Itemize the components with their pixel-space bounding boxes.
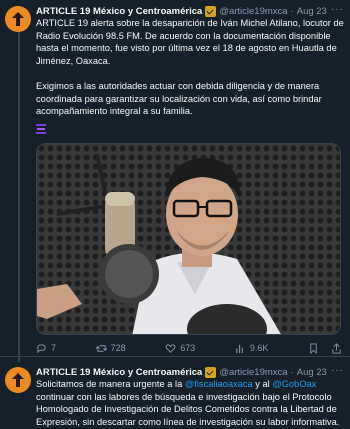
- reply-button[interactable]: 7: [36, 343, 56, 354]
- share-button[interactable]: [331, 342, 342, 354]
- more-icon[interactable]: ···: [331, 365, 344, 376]
- avatar[interactable]: [5, 6, 31, 32]
- author-name[interactable]: ARTICLE 19 México y Centroamérica: [36, 6, 202, 17]
- bookmark-button[interactable]: [308, 342, 319, 354]
- tweet-text-segment: Solicitamos de manera urgente a la: [36, 379, 185, 389]
- tweet-paragraph: ARTICLE 19 alerta sobre la desaparición …: [36, 18, 344, 66]
- share-icon: [332, 342, 341, 354]
- retweet-count: 728: [110, 343, 126, 353]
- tweet-image[interactable]: [36, 143, 341, 335]
- purple-heart-emoji-icon: [36, 124, 46, 134]
- author-handle[interactable]: @article19mxca: [219, 6, 287, 17]
- like-count: 673: [180, 343, 196, 353]
- avatar[interactable]: [5, 367, 31, 393]
- tweet-date[interactable]: Aug 23: [297, 367, 327, 378]
- like-icon: [165, 343, 176, 353]
- like-button[interactable]: 673: [165, 343, 195, 354]
- secondary-actions: [308, 342, 342, 354]
- tweet-header: ARTICLE 19 México y Centroamérica @artic…: [36, 4, 344, 18]
- views-count: 9.6K: [249, 343, 269, 353]
- tweet-text-segment: y al: [252, 379, 273, 389]
- verified-badge-icon: [205, 5, 217, 17]
- tweet-text-segment: continuar con las labores de búsqueda e …: [36, 391, 340, 427]
- verified-badge-icon: [205, 366, 217, 378]
- mention-link[interactable]: @fiscaliaoaxaca: [185, 379, 253, 389]
- tweet-paragraph: Exigimos a las autoridades actuar con de…: [36, 80, 322, 117]
- reply-icon: [37, 343, 46, 353]
- tweet-actions: 7 728 673 9.6K: [36, 341, 342, 355]
- tweet-text: ARTICLE 19 alerta sobre la desaparición …: [36, 17, 344, 130]
- author-handle[interactable]: @article19mxca: [219, 367, 287, 378]
- tweet-date[interactable]: Aug 23: [297, 6, 327, 17]
- tweet-header: ARTICLE 19 México y Centroamérica @artic…: [36, 365, 344, 379]
- separator: ·: [290, 5, 294, 17]
- author-name[interactable]: ARTICLE 19 México y Centroamérica: [36, 367, 202, 378]
- radio-host-photo: [37, 144, 340, 334]
- separator: ·: [290, 366, 294, 378]
- more-icon[interactable]: ···: [331, 4, 344, 15]
- views-icon: [236, 344, 243, 353]
- bookmark-icon: [310, 342, 317, 354]
- views-button[interactable]: 9.6K: [235, 343, 269, 354]
- reply-count: 7: [51, 343, 57, 353]
- logo-icon: [12, 12, 24, 26]
- mention-link[interactable]: @GobOax: [272, 379, 316, 389]
- tweet-text: Solicitamos de manera urgente a la @fisc…: [36, 378, 344, 428]
- retweet-icon: [95, 344, 107, 352]
- logo-icon: [12, 373, 24, 387]
- tweet[interactable]: ARTICLE 19 México y Centroamérica @artic…: [0, 357, 350, 429]
- tweet[interactable]: ARTICLE 19 México y Centroamérica @artic…: [0, 0, 350, 357]
- retweet-button[interactable]: 728: [95, 343, 126, 354]
